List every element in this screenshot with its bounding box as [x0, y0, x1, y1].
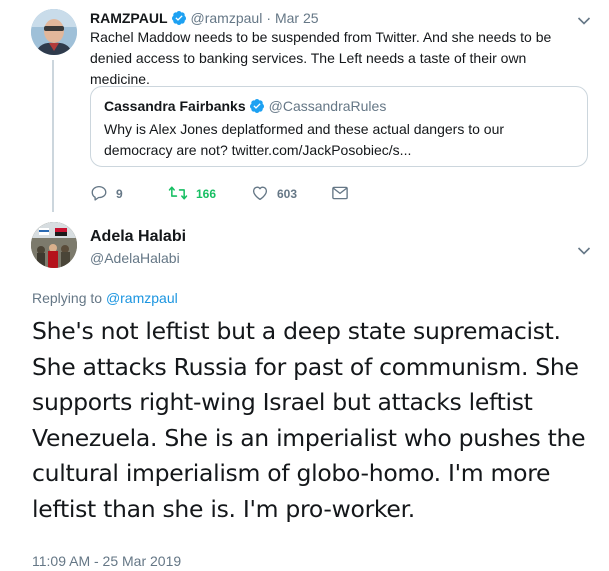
separator-dot: · — [266, 10, 271, 26]
replying-to-mention[interactable]: @ramzpaul — [106, 290, 178, 306]
tweet-date[interactable]: Mar 25 — [275, 10, 319, 26]
retweet-icon — [168, 184, 196, 205]
reply-timestamp[interactable]: 11:09 AM - 25 Mar 2019 — [32, 553, 181, 569]
avatar-ramzpaul[interactable] — [31, 9, 77, 55]
reply-icon — [90, 184, 116, 205]
direct-message-icon — [331, 185, 357, 204]
tweet-text: Rachel Maddow needs to be suspended from… — [90, 29, 552, 87]
replying-to-label: Replying to — [32, 290, 103, 306]
retweet-button[interactable]: 166 — [168, 184, 251, 205]
quoted-tweet[interactable]: Cassandra Fairbanks @CassandraRules Why … — [90, 86, 588, 167]
parent-tweet-header: RAMZPAUL @ramzpaul · Mar 25 — [90, 8, 319, 28]
like-button[interactable]: 603 — [251, 184, 331, 205]
reply-button[interactable]: 9 — [90, 184, 168, 205]
avatar-adela-halabi[interactable] — [31, 222, 77, 268]
reply-count: 9 — [116, 187, 123, 201]
tweet-actions: 9 166 603 — [90, 184, 357, 204]
parent-tweet[interactable]: RAMZPAUL @ramzpaul · Mar 25 Rachel Maddo… — [0, 0, 609, 212]
replying-to-line: Replying to @ramzpaul — [32, 290, 178, 306]
author-name[interactable]: RAMZPAUL — [90, 10, 168, 26]
reply-tweet-text: She's not leftist but a deep state supre… — [32, 317, 586, 523]
retweet-count: 166 — [196, 187, 217, 201]
quoted-tweet-header: Cassandra Fairbanks @CassandraRules — [104, 98, 386, 114]
reply-author-handle[interactable]: @AdelaHalabi — [90, 250, 180, 266]
thread-connector-line — [52, 60, 54, 212]
tweet-thread: RAMZPAUL @ramzpaul · Mar 25 Rachel Maddo… — [0, 0, 609, 571]
quoted-tweet-text: Why is Alex Jones deplatformed and these… — [104, 121, 505, 158]
direct-message-button[interactable] — [331, 185, 357, 204]
quoted-author-name: Cassandra Fairbanks — [104, 98, 246, 114]
like-count: 603 — [277, 187, 298, 201]
chevron-down-icon[interactable] — [577, 243, 591, 255]
verified-badge-icon — [171, 10, 187, 26]
verified-badge-icon — [249, 98, 265, 114]
reply-author-name[interactable]: Adela Halabi — [90, 228, 186, 246]
chevron-down-icon[interactable] — [577, 13, 591, 25]
quoted-author-handle: @CassandraRules — [268, 98, 387, 114]
author-handle[interactable]: @ramzpaul — [191, 10, 263, 26]
like-icon — [251, 184, 277, 205]
